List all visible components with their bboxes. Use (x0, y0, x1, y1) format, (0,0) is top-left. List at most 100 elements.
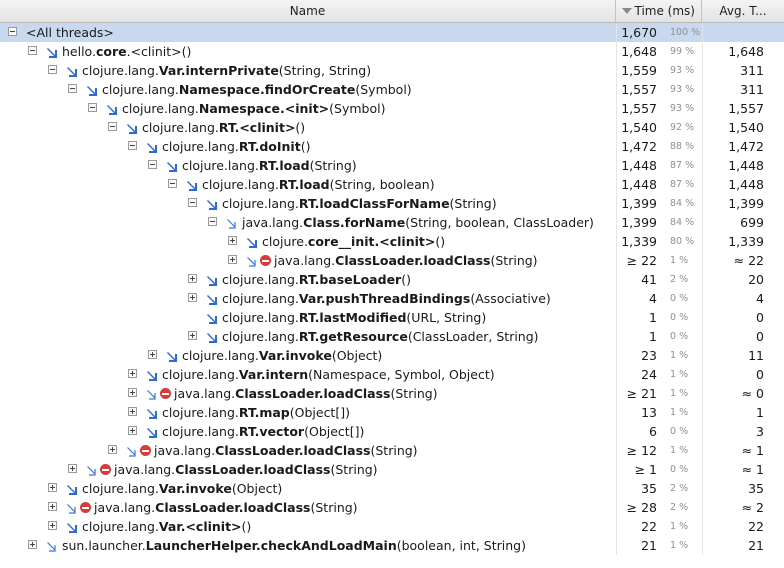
row-time-cell: 1 0 % (616, 308, 702, 327)
expand-icon[interactable] (128, 407, 137, 416)
tree-row[interactable]: clojure.lang.RT.load(String, boolean) 1,4… (0, 175, 784, 194)
column-header-avg-time[interactable]: Avg. T... (702, 0, 784, 22)
expand-icon[interactable] (188, 331, 197, 340)
sort-descending-icon (622, 8, 632, 14)
row-name-cell: clojure.lang.Var.intern(Namespace, Symbo… (0, 365, 616, 384)
tree-row[interactable]: java.lang.Class.forName(String, boolean,… (0, 213, 784, 232)
time-percent: 0 % (670, 312, 689, 323)
method-label: clojure.lang.Var.<clinit>() (82, 519, 252, 534)
time-percent: 1 % (670, 255, 689, 266)
method-label: clojure.lang.RT.lastModified(URL, String… (222, 310, 487, 325)
tree-row[interactable]: sun.launcher.LauncherHelper.checkAndLoad… (0, 536, 784, 555)
tree-row[interactable]: clojure.lang.RT.load(String) 1,448 87 % 1,4… (0, 156, 784, 175)
method-call-icon (146, 140, 157, 153)
tree-row[interactable]: clojure.lang.Var.invoke(Object) 23 1 % 11 (0, 346, 784, 365)
tree-row[interactable]: clojure.lang.RT.map(Object[]) 13 1 % 1 (0, 403, 784, 422)
expand-icon[interactable] (48, 502, 57, 511)
expand-icon[interactable] (128, 426, 137, 435)
row-avg-time-cell: 1,448 (702, 156, 784, 175)
tree-row[interactable]: java.lang.ClassLoader.loadClass(String) ≥… (0, 498, 784, 517)
collapse-icon[interactable] (28, 46, 37, 55)
method-call-icon (86, 83, 97, 96)
tree-row[interactable]: clojure.core__init.<clinit>() 1,339 80 % 1,… (0, 232, 784, 251)
tree-row[interactable]: clojure.lang.Var.internPrivate(String, S… (0, 61, 784, 80)
collapse-icon[interactable] (208, 217, 217, 226)
tree-row[interactable]: java.lang.ClassLoader.loadClass(String) ≥… (0, 384, 784, 403)
row-time-cell: 22 1 % (616, 517, 702, 536)
expand-icon[interactable] (128, 388, 137, 397)
row-time-cell: 1,448 87 % (616, 175, 702, 194)
method-label: clojure.lang.Var.invoke(Object) (182, 348, 383, 363)
tree-row[interactable]: clojure.lang.Var.<clinit>() 22 1 % 22 (0, 517, 784, 536)
expand-icon[interactable] (128, 369, 137, 378)
time-value: 1,557 (621, 82, 657, 97)
row-time-cell: 1,648 99 % (616, 42, 702, 61)
tree-row[interactable]: hello.core.<clinit>() 1,648 99 % 1,648 (0, 42, 784, 61)
row-name-cell: clojure.core__init.<clinit>() (0, 232, 616, 251)
expand-icon[interactable] (48, 521, 57, 530)
call-tree-table: Name Time (ms) Avg. T... <All threads> 1,… (0, 0, 784, 568)
collapse-icon[interactable] (108, 122, 117, 131)
column-header-name[interactable]: Name (0, 0, 616, 22)
method-call-icon (146, 406, 157, 419)
method-label: clojure.lang.Var.pushThreadBindings(Asso… (222, 291, 551, 306)
collapse-icon[interactable] (188, 198, 197, 207)
tree-row[interactable]: clojure.lang.RT.baseLoader() 41 2 % 20 (0, 270, 784, 289)
tree-row[interactable]: clojure.lang.RT.getResource(ClassLoader,… (0, 327, 784, 346)
collapse-icon[interactable] (168, 179, 177, 188)
collapse-icon[interactable] (8, 27, 17, 36)
tree-row[interactable]: java.lang.ClassLoader.loadClass(String) ≥… (0, 441, 784, 460)
expand-icon[interactable] (48, 483, 57, 492)
time-percent: 0 % (670, 293, 689, 304)
tree-row[interactable]: clojure.lang.RT.loadClassForName(String)… (0, 194, 784, 213)
time-value: 1,648 (621, 44, 657, 59)
time-value: 41 (641, 272, 657, 287)
method-call-icon (206, 330, 217, 343)
collapse-icon[interactable] (88, 103, 97, 112)
tree-row[interactable]: clojure.lang.RT.vector(Object[]) 6 0 % 3 (0, 422, 784, 441)
expand-icon[interactable] (188, 274, 197, 283)
method-call-icon (66, 520, 77, 533)
column-header-time[interactable]: Time (ms) (616, 0, 702, 22)
excluded-stop-icon (260, 255, 271, 266)
method-label: clojure.lang.RT.getResource(ClassLoader,… (222, 329, 539, 344)
collapse-icon[interactable] (148, 160, 157, 169)
row-time-cell: 1,559 93 % (616, 61, 702, 80)
row-name-cell: java.lang.Class.forName(String, boolean,… (0, 213, 616, 232)
expand-icon[interactable] (28, 540, 37, 549)
tree-row[interactable]: clojure.lang.Var.pushThreadBindings(Asso… (0, 289, 784, 308)
tree-row[interactable]: java.lang.ClassLoader.loadClass(String) ≥… (0, 460, 784, 479)
tree-row[interactable]: clojure.lang.Namespace.findOrCreate(Symb… (0, 80, 784, 99)
row-name-cell: java.lang.ClassLoader.loadClass(String) (0, 498, 616, 517)
method-call-icon (206, 273, 217, 286)
expand-icon[interactable] (108, 445, 117, 454)
row-time-cell: ≥ 21 1 % (616, 384, 702, 403)
row-time-cell: 4 0 % (616, 289, 702, 308)
expand-icon[interactable] (148, 350, 157, 359)
time-value: 1,448 (621, 158, 657, 173)
time-percent: 88 % (670, 141, 695, 152)
row-name-cell: clojure.lang.RT.baseLoader() (0, 270, 616, 289)
tree-row[interactable]: clojure.lang.RT.<clinit>() 1,540 92 % 1,540 (0, 118, 784, 137)
tree-row[interactable]: clojure.lang.Var.intern(Namespace, Symbo… (0, 365, 784, 384)
time-value: 24 (641, 367, 657, 382)
tree-row[interactable]: clojure.lang.Var.invoke(Object) 35 2 % 35 (0, 479, 784, 498)
row-time-cell: 1,448 87 % (616, 156, 702, 175)
collapse-icon[interactable] (68, 84, 77, 93)
tree-row[interactable]: java.lang.ClassLoader.loadClass(String) ≥… (0, 251, 784, 270)
expand-icon[interactable] (228, 236, 237, 245)
expand-icon[interactable] (68, 464, 77, 473)
expand-icon[interactable] (188, 293, 197, 302)
collapse-icon[interactable] (48, 65, 57, 74)
collapse-icon[interactable] (128, 141, 137, 150)
method-label: clojure.lang.Namespace.<init>(Symbol) (122, 101, 386, 116)
tree-row[interactable]: <All threads> 1,670 100 % (0, 23, 784, 42)
tree-row[interactable]: clojure.lang.Namespace.<init>(Symbol) 1,5… (0, 99, 784, 118)
time-value: 22 (641, 519, 657, 534)
tree-row[interactable]: clojure.lang.RT.lastModified(URL, String… (0, 308, 784, 327)
time-percent: 100 % (670, 27, 701, 38)
row-time-cell: ≥ 22 1 % (616, 251, 702, 270)
expand-icon[interactable] (228, 255, 237, 264)
tree-row[interactable]: clojure.lang.RT.doInit() 1,472 88 % 1,472 (0, 137, 784, 156)
method-label: <All threads> (26, 25, 114, 40)
